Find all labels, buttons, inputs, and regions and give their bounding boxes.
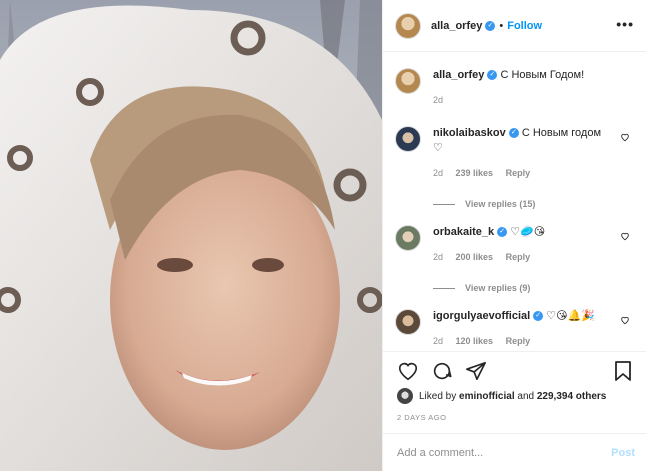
view-replies-label: View replies (9)	[465, 283, 531, 293]
comment-row: igorgulyaevofficial ✓ ♡😘🔔🎉 2d 120 likes R…	[395, 309, 634, 349]
caption-username[interactable]: alla_orfey	[433, 69, 484, 81]
liker-username[interactable]: eminofficial	[459, 391, 515, 402]
comment-time[interactable]: 2d	[433, 336, 443, 346]
verified-badge-icon: ✓	[533, 311, 544, 322]
like-heart-icon[interactable]	[397, 360, 419, 382]
liked-by-and: and	[517, 390, 535, 402]
like-comment-heart-icon[interactable]	[620, 315, 630, 325]
comment-username[interactable]: nikolaibaskov	[433, 127, 506, 139]
caption-body: alla_orfey ✓ С Новым Годом! 2d	[433, 68, 603, 108]
selfie-image	[0, 0, 382, 471]
reply-button[interactable]: Reply	[506, 168, 531, 178]
comment-avatar[interactable]	[395, 225, 421, 251]
reply-button[interactable]: Reply	[506, 252, 531, 262]
verified-badge-icon: ✓	[497, 227, 508, 238]
comments-list[interactable]: alla_orfey ✓ С Новым Годом! 2d nikolaibas…	[383, 52, 646, 350]
comment-likes[interactable]: 200 likes	[456, 252, 494, 262]
instagram-post-modal: alla_orfey ✓ • Follow ••• alla_orfey ✓ С …	[0, 0, 646, 471]
comment-bubble-icon[interactable]	[431, 360, 453, 382]
comment-text: ♡🥏😘	[510, 226, 546, 238]
others-count[interactable]: 229,394 others	[537, 391, 607, 402]
view-replies-button[interactable]: View replies (15)	[433, 199, 634, 209]
verified-badge-icon: ✓	[487, 70, 498, 81]
view-replies-button[interactable]: View replies (9)	[433, 283, 634, 293]
bookmark-icon[interactable]	[613, 360, 633, 382]
post-comment-button[interactable]: Post	[611, 447, 635, 459]
follow-button[interactable]: Follow	[507, 20, 542, 32]
post-photo[interactable]	[0, 0, 382, 471]
caption-text: С Новым Годом!	[500, 69, 585, 81]
author-avatar[interactable]	[395, 12, 421, 39]
verified-badge-icon: ✓	[485, 20, 496, 31]
share-paper-plane-icon[interactable]	[465, 360, 487, 382]
comment-likes[interactable]: 239 likes	[456, 168, 494, 178]
header-separator: •	[499, 19, 504, 32]
comment-avatar[interactable]	[395, 126, 421, 152]
author-username[interactable]: alla_orfey	[431, 20, 482, 32]
comment-text: ♡😘🔔🎉	[546, 310, 595, 322]
view-replies-label: View replies (15)	[465, 199, 536, 209]
replies-line-divider	[433, 287, 455, 289]
caption-avatar[interactable]	[395, 68, 421, 94]
comment-time[interactable]: 2d	[433, 168, 443, 178]
add-comment-bar: Post	[383, 433, 646, 471]
reply-button[interactable]: Reply	[506, 336, 531, 346]
like-comment-heart-icon[interactable]	[620, 132, 630, 142]
comment-meta: 2d 239 likes Reply	[433, 166, 603, 181]
comment-username[interactable]: orbakaite_k	[433, 226, 494, 238]
comment-meta: 2d 120 likes Reply	[433, 334, 603, 349]
liker-avatar[interactable]	[397, 388, 413, 404]
comment-row: orbakaite_k ✓ ♡🥏😘 2d 200 likes Reply	[395, 225, 634, 265]
liked-by-prefix: Liked by	[419, 390, 457, 402]
post-side-panel: alla_orfey ✓ • Follow ••• alla_orfey ✓ С …	[382, 0, 646, 471]
comment-meta: 2d 200 likes Reply	[433, 250, 603, 265]
comment-row: nikolaibaskov ✓ С Новым годом ♡ 2d 239 li…	[395, 126, 634, 181]
replies-line-divider	[433, 203, 455, 205]
comment-time[interactable]: 2d	[433, 252, 443, 262]
comment-username[interactable]: igorgulyaevofficial	[433, 310, 530, 322]
comment-input[interactable]	[397, 446, 597, 459]
caption-meta: 2d	[433, 93, 603, 108]
comment-likes[interactable]: 120 likes	[456, 336, 494, 346]
comment-avatar[interactable]	[395, 309, 421, 335]
like-comment-heart-icon[interactable]	[620, 231, 630, 241]
caption-time[interactable]: 2d	[433, 95, 443, 105]
post-timestamp[interactable]: 2 DAYS AGO	[397, 413, 446, 422]
comment-body: igorgulyaevofficial ✓ ♡😘🔔🎉 2d 120 likes R…	[433, 309, 603, 349]
comment-body: orbakaite_k ✓ ♡🥏😘 2d 200 likes Reply	[433, 225, 603, 265]
post-actions-bar	[383, 351, 646, 389]
verified-badge-icon: ✓	[508, 128, 519, 139]
caption-row: alla_orfey ✓ С Новым Годом! 2d	[395, 68, 634, 108]
likes-summary: Liked by eminofficial and 229,394 others	[397, 388, 606, 404]
post-header: alla_orfey ✓ • Follow •••	[383, 0, 646, 52]
more-options-icon[interactable]: •••	[616, 16, 634, 32]
comment-body: nikolaibaskov ✓ С Новым годом ♡ 2d 239 li…	[433, 126, 603, 181]
